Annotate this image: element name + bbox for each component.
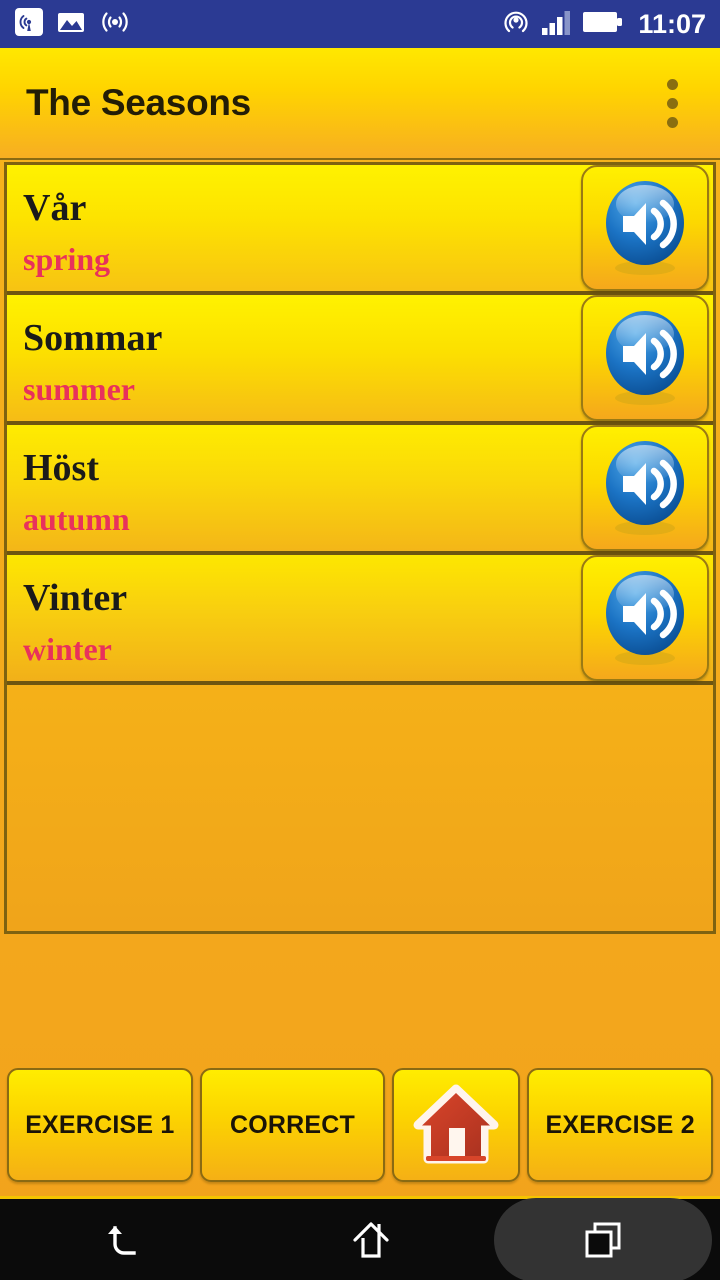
broadcast-tower-icon: [14, 7, 44, 42]
status-bar-left-icons: [14, 7, 132, 42]
status-bar: 11:07: [0, 0, 720, 48]
page-title: The Seasons: [26, 82, 251, 123]
list-item[interactable]: Höst autumn: [7, 425, 713, 555]
picture-icon: [56, 7, 86, 42]
overflow-dot-icon: [666, 116, 678, 128]
word-native: Vår: [23, 186, 87, 229]
overflow-menu-button[interactable]: [650, 71, 694, 135]
speaker-icon: [606, 311, 684, 405]
list-item[interactable]: Vår spring: [7, 165, 713, 295]
app-root: 11:07 The Seasons Vår spring Sommar summ…: [0, 0, 720, 1280]
exercise-2-button[interactable]: EXERCISE 2: [527, 1068, 714, 1182]
word-translation: spring: [23, 240, 111, 277]
nav-back-icon: [107, 1225, 136, 1255]
list-item-text: Sommar summer: [7, 295, 581, 421]
battery-full-icon: [582, 9, 624, 40]
wifi-waves-icon: [98, 7, 132, 42]
word-native: Sommar: [23, 316, 163, 359]
nav-recents-icon: [585, 1222, 621, 1257]
speaker-icon: [606, 571, 684, 665]
play-audio-button[interactable]: [581, 555, 709, 681]
overflow-dot-icon: [666, 78, 678, 90]
speaker-icon: [606, 441, 684, 535]
list-item[interactable]: Sommar summer: [7, 295, 713, 425]
word-native: Höst: [23, 446, 99, 489]
nav-recents-button[interactable]: [494, 1197, 712, 1280]
nav-home-icon: [352, 1221, 389, 1258]
word-translation: autumn: [23, 500, 130, 537]
seasons-list[interactable]: Vår spring Sommar summer Höst autumn Vin…: [4, 162, 716, 934]
exercise-1-button[interactable]: EXERCISE 1: [7, 1068, 193, 1182]
home-button[interactable]: [392, 1068, 521, 1182]
list-item-text: Vår spring: [7, 165, 581, 291]
word-translation: winter: [23, 630, 112, 667]
speaker-icon: [606, 181, 684, 275]
status-bar-right-icons: 11:07: [500, 6, 706, 43]
nav-back-button[interactable]: [0, 1198, 247, 1280]
nav-home-button[interactable]: [247, 1198, 494, 1280]
correct-button[interactable]: CORRECT: [199, 1068, 386, 1182]
house-icon: [413, 1084, 499, 1164]
status-bar-clock: 11:07: [638, 8, 706, 39]
word-translation: summer: [23, 370, 135, 407]
list-item[interactable]: Vinter winter: [7, 555, 713, 685]
play-audio-button[interactable]: [581, 295, 709, 421]
list-item-text: Höst autumn: [7, 425, 581, 551]
play-audio-button[interactable]: [581, 165, 709, 291]
overflow-dot-icon: [666, 97, 678, 109]
hotspot-icon: [500, 6, 532, 43]
list-item-text: Vinter winter: [7, 555, 581, 681]
bottom-button-bar: EXERCISE 1 CORRECT EXERCISE 2: [0, 934, 720, 1196]
title-bar: The Seasons: [0, 48, 720, 160]
android-nav-bar: [0, 1196, 720, 1280]
play-audio-button[interactable]: [581, 425, 709, 551]
word-native: Vinter: [23, 576, 128, 619]
signal-bars-icon: [541, 7, 573, 42]
